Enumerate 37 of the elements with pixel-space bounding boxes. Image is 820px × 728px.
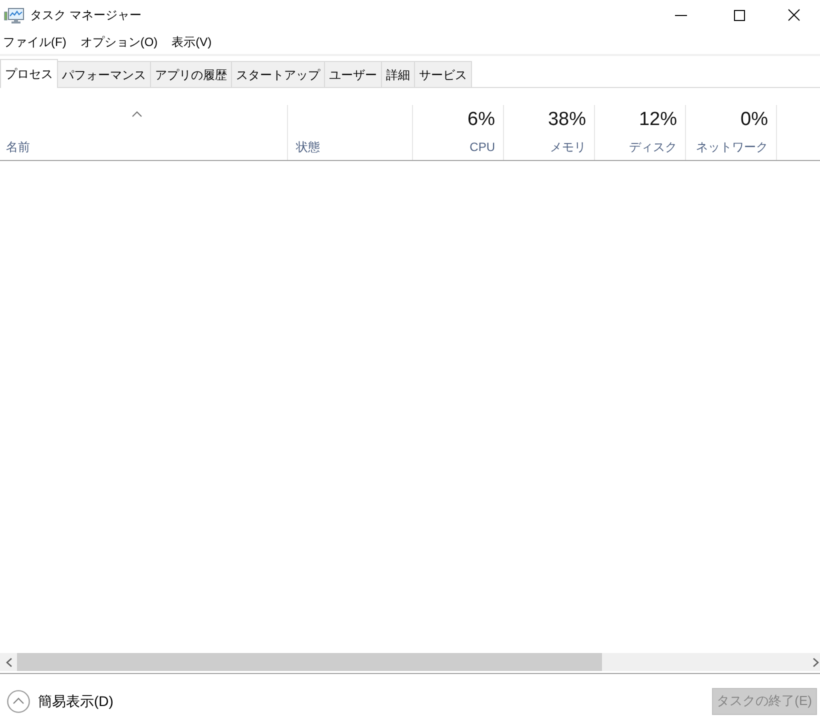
tab[interactable]: パフォーマンス xyxy=(57,61,151,87)
column-label: ネットワーク xyxy=(696,139,768,156)
collapse-chevron-icon xyxy=(7,690,30,712)
column-header[interactable]: 状態 xyxy=(288,105,413,160)
column-header[interactable]: 名前 xyxy=(0,105,288,160)
column-header[interactable]: 38% メモリ xyxy=(504,105,595,160)
menu-item[interactable]: 表示(V) xyxy=(170,33,214,51)
usage-value: 12% xyxy=(638,110,677,130)
column-label: 状態 xyxy=(296,139,320,156)
close-icon xyxy=(788,9,800,21)
tab[interactable]: ユーザー xyxy=(324,61,382,87)
monitor-chart-icon xyxy=(4,6,24,24)
minimize-icon xyxy=(675,14,687,16)
tab[interactable]: アプリの履歴 xyxy=(150,61,232,87)
scrollbar-thumb[interactable] xyxy=(17,653,602,671)
maximize-icon xyxy=(734,10,744,20)
tab[interactable]: スタートアップ xyxy=(231,61,325,87)
column-label: メモリ xyxy=(550,139,586,156)
column-header[interactable]: 0% ネットワーク xyxy=(686,105,777,160)
column-header[interactable]: 6% CPU xyxy=(413,105,504,160)
menu-item[interactable]: オプション(O) xyxy=(78,33,160,51)
sort-caret-icon xyxy=(132,111,142,117)
column-label: 名前 xyxy=(6,139,30,156)
chevron-right-icon xyxy=(813,658,819,666)
usage-value: 0% xyxy=(740,110,768,130)
tab[interactable]: サービス xyxy=(414,61,472,87)
column-label: ディスク xyxy=(629,139,677,156)
usage-value: 6% xyxy=(468,110,495,130)
column-header[interactable]: 12% ディスク xyxy=(595,105,686,160)
chevron-left-icon xyxy=(6,658,12,666)
menu-item[interactable]: ファイル(F) xyxy=(1,33,68,51)
column-label: CPU xyxy=(470,139,495,156)
usage-value: 38% xyxy=(548,110,586,130)
window-title: タスク マネージャー xyxy=(30,7,142,24)
fewer-details-button[interactable]: 簡易表示(D) xyxy=(7,690,114,712)
tab[interactable]: プロセス xyxy=(0,59,58,88)
tab[interactable]: 詳細 xyxy=(381,61,415,87)
